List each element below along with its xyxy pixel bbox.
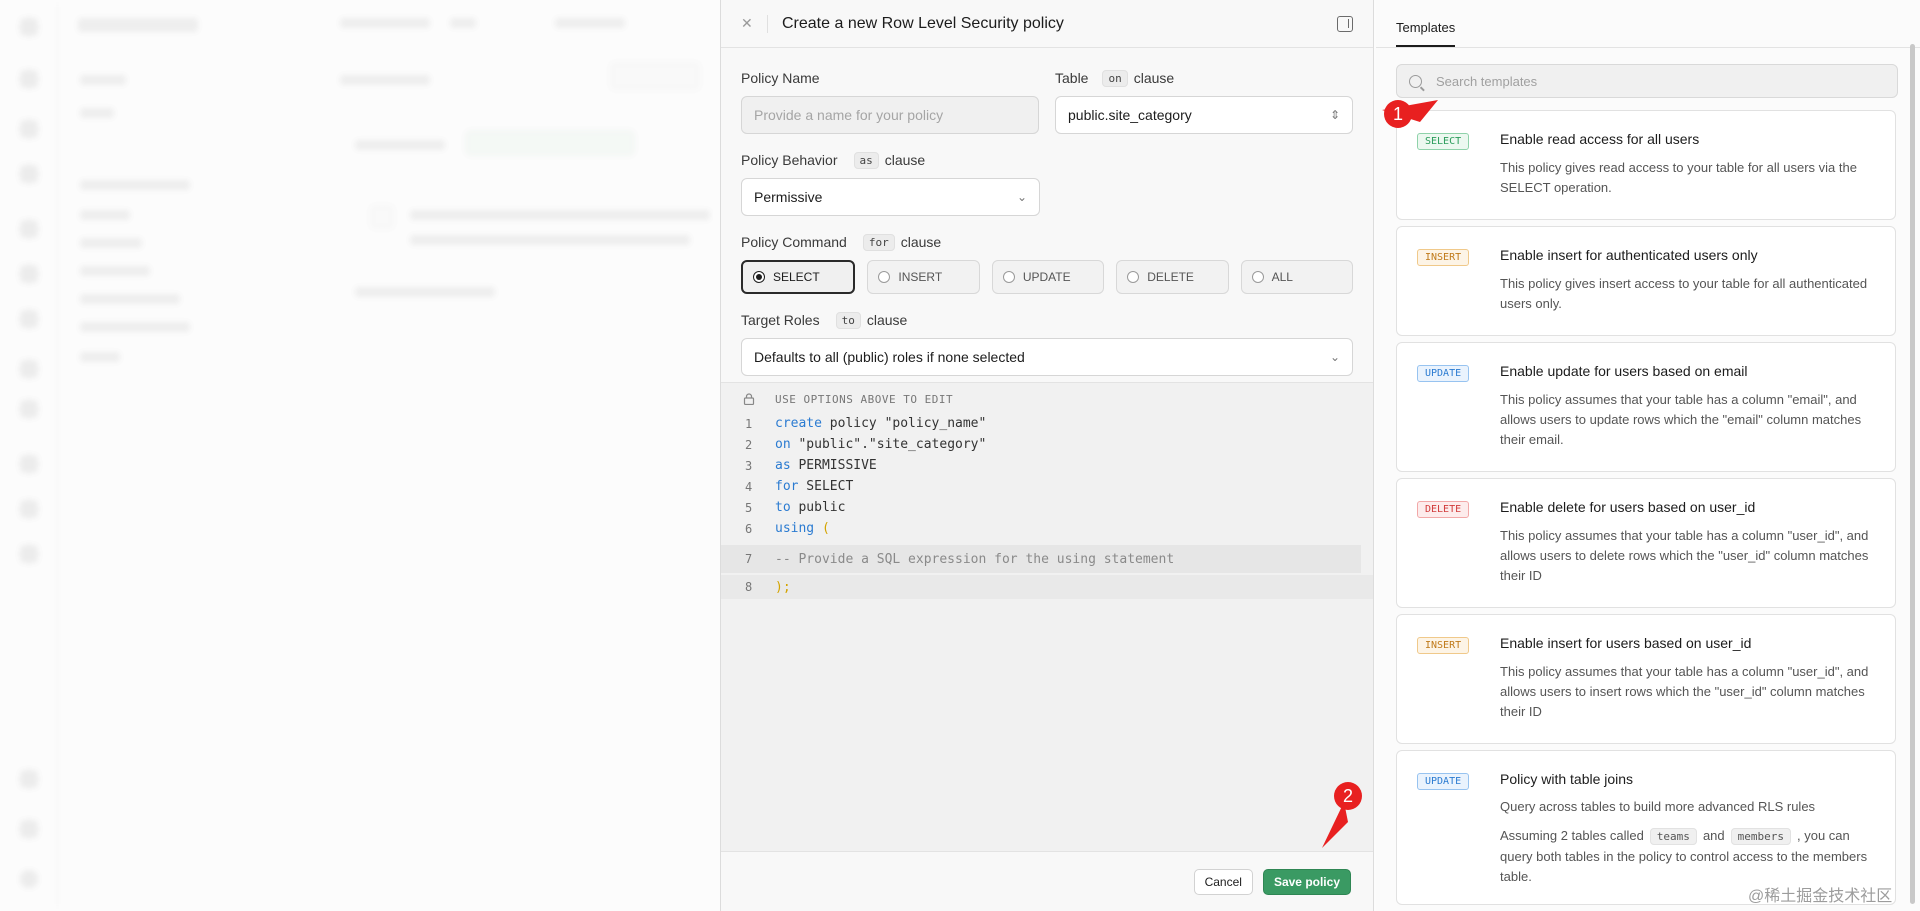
policy-form: Policy Name Provide a name for your poli… [721,48,1373,376]
toggle-templates-icon[interactable] [1337,15,1353,32]
table-select-value: public.site_category [1068,107,1192,123]
template-description: This policy assumes that your table has … [1500,528,1869,583]
policy-behavior-select[interactable]: Permissive ⌄ [741,178,1040,216]
template-description-detail: Assuming 2 tables called teams and members,… [1500,828,1868,884]
template-description: This policy gives read access to your ta… [1500,160,1857,195]
code-line: 5 to public [745,500,846,515]
to-keyword-tag: to [835,311,861,329]
annotation-marker-2: 2 [1334,782,1362,810]
table-field: Table on clause public.site_category ⇕ [1055,68,1353,134]
code-line: 8); [721,575,1373,599]
code-readonly-hint: USE OPTIONS ABOVE TO EDIT [775,393,954,406]
template-description: Query across tables to build more advanc… [1500,799,1816,814]
template-title: Enable insert for users based on user_id [1500,635,1752,651]
template-card-insert-authenticated[interactable]: INSERT Enable insert for authenticated u… [1396,226,1896,336]
target-roles-label: Target Roles to clause [741,311,908,329]
policy-command-field: Policy Command for clause SELECT INSERT … [741,232,1354,294]
template-card-update-email[interactable]: UPDATE Enable update for users based on … [1396,342,1896,472]
for-keyword-tag: for [862,233,895,251]
tab-templates[interactable]: Templates [1396,20,1456,47]
delete-badge: DELETE [1417,501,1470,518]
chevron-down-icon: ⌄ [1329,350,1340,364]
select-badge: SELECT [1417,133,1470,150]
editor-header: ✕ Create a new Row Level Security policy [721,0,1373,48]
update-badge: UPDATE [1417,365,1470,382]
radio-unchecked-icon [1251,271,1264,283]
template-card-delete-user-id[interactable]: DELETE Enable delete for users based on … [1396,478,1896,608]
table-label: Table on clause [1055,69,1175,87]
template-description: This policy assumes that your table has … [1500,664,1869,719]
template-title: Enable delete for users based on user_id [1500,499,1756,515]
table-select[interactable]: public.site_category ⇕ [1055,96,1353,134]
code-line: 1 create policy "policy_name" [745,416,987,431]
insert-badge: INSERT [1417,249,1470,266]
annotation-marker-1: 1 [1384,100,1412,128]
editor-title: Create a new Row Level Security policy [782,14,1064,32]
templates-scrollbar[interactable] [1910,44,1915,904]
on-keyword-tag: on [1102,69,1128,87]
lock-icon [743,393,755,405]
close-icon[interactable]: ✕ [741,15,761,32]
target-roles-value: Defaults to all (public) roles if none s… [754,349,1025,365]
radio-unchecked-icon [1127,271,1140,283]
policy-behavior-value: Permissive [754,189,823,205]
command-option-delete[interactable]: DELETE [1116,260,1229,294]
search-placeholder: Search templates [1436,73,1538,89]
code-line: 4 for SELECT [745,479,854,494]
as-keyword-tag: as [853,151,879,169]
radio-checked-icon [753,271,765,283]
search-icon [1409,74,1422,88]
templates-panel: Templates Search templates SELECT Enable… [1376,0,1920,911]
teams-code-pill: teams [1649,828,1697,845]
policy-editor-panel: ✕ Create a new Row Level Security policy… [720,0,1374,911]
templates-tabbar: Templates [1376,0,1920,48]
header-divider [767,14,768,33]
template-title: Policy with table joins [1500,771,1634,787]
command-option-update[interactable]: UPDATE [991,260,1105,294]
policy-behavior-label: Policy Behavior as clause [741,151,926,169]
template-title: Enable insert for authenticated users on… [1500,247,1758,263]
radio-unchecked-icon [1002,271,1015,283]
command-option-all[interactable]: ALL [1240,260,1354,294]
editable-using-expression-line[interactable]: 7 -- Provide a SQL expression for the usi… [721,545,1373,573]
code-line: 3 as PERMISSIVE [745,458,877,473]
radio-unchecked-icon [878,271,891,283]
target-roles-select[interactable]: Defaults to all (public) roles if none s… [741,338,1353,376]
template-description: This policy gives insert access to your … [1500,276,1868,311]
update-badge: UPDATE [1417,773,1470,790]
target-roles-field: Target Roles to clause Defaults to all (… [741,310,1353,376]
policy-command-label: Policy Command for clause [741,233,942,251]
cancel-button[interactable]: Cancel [1193,868,1253,895]
watermark: @稀土掘金技术社区 [1748,888,1893,905]
template-title: Enable read access for all users [1500,131,1700,147]
chevron-down-icon: ⌄ [1016,190,1027,204]
template-title: Enable update for users based on email [1500,363,1748,379]
sql-preview-editor[interactable]: USE OPTIONS ABOVE TO EDIT 1 create policy… [721,382,1373,852]
insert-badge: INSERT [1417,637,1470,654]
policy-name-label: Policy Name [741,70,820,86]
template-description: This policy assumes that your table has … [1500,392,1862,447]
policy-command-radio-group: SELECT INSERT UPDATE DELETE ALL [741,260,1354,294]
policy-behavior-field: Policy Behavior as clause Permissive ⌄ [741,150,1040,216]
command-option-select[interactable]: SELECT [741,260,856,294]
policy-name-field: Policy Name Provide a name for your poli… [741,68,1039,134]
template-card-insert-user-id[interactable]: INSERT Enable insert for users based on … [1396,614,1896,744]
updown-chevron-icon: ⇕ [1329,108,1340,122]
code-line: 6 using ( [745,521,830,536]
editor-footer: Cancel Save policy [721,851,1373,911]
code-line: 2 on "public"."site_category" [745,437,987,452]
policy-name-placeholder: Provide a name for your policy [754,107,944,123]
members-code-pill: members [1730,828,1791,845]
save-policy-button[interactable]: Save policy [1262,868,1351,895]
template-search-input[interactable]: Search templates [1396,64,1898,98]
template-card-select-all-users[interactable]: SELECT Enable read access for all users … [1396,110,1896,220]
command-option-insert[interactable]: INSERT [867,260,980,294]
policy-name-input[interactable]: Provide a name for your policy [741,96,1039,134]
